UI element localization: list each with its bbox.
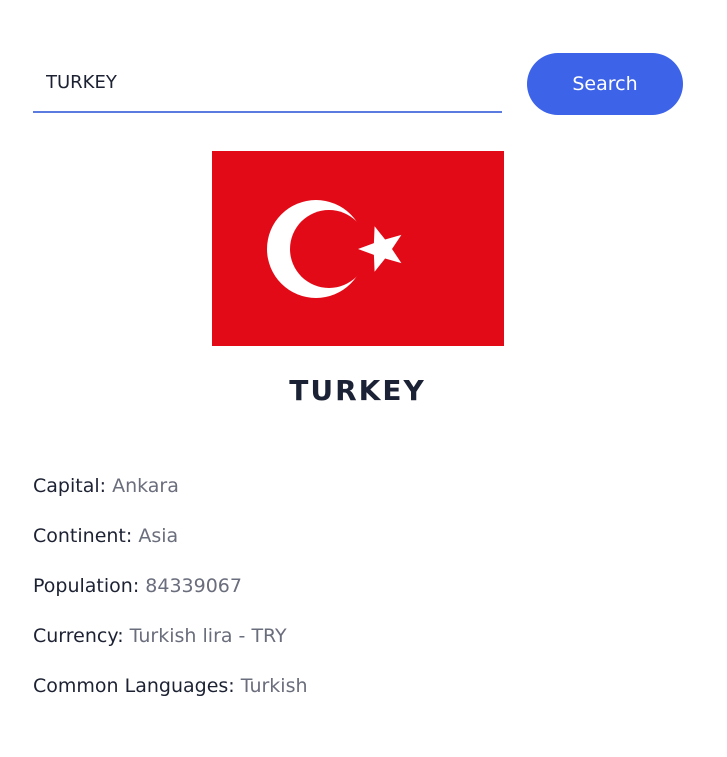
- detail-capital: Capital: Ankara: [33, 472, 308, 522]
- detail-value: Asia: [138, 525, 179, 547]
- detail-label: Common Languages:: [33, 675, 235, 697]
- detail-label: Continent:: [33, 525, 133, 547]
- detail-continent: Continent: Asia: [33, 522, 308, 572]
- detail-value: Turkish: [240, 675, 308, 697]
- detail-value: Turkish lira - TRY: [129, 625, 287, 647]
- country-details: Capital: Ankara Continent: Asia Populati…: [33, 472, 308, 722]
- detail-languages: Common Languages: Turkish: [33, 672, 308, 722]
- search-input[interactable]: [33, 53, 502, 113]
- search-button[interactable]: Search: [527, 53, 683, 115]
- country-name: TURKEY: [289, 374, 426, 407]
- detail-label: Capital:: [33, 475, 107, 497]
- detail-label: Currency:: [33, 625, 124, 647]
- detail-value: Ankara: [112, 475, 179, 497]
- crescent-inner: [290, 210, 368, 288]
- turkey-flag-icon: [212, 151, 504, 346]
- detail-currency: Currency: Turkish lira - TRY: [33, 622, 308, 672]
- detail-value: 84339067: [145, 575, 242, 597]
- detail-population: Population: 84339067: [33, 572, 308, 622]
- detail-label: Population:: [33, 575, 140, 597]
- search-bar: Search: [33, 53, 683, 115]
